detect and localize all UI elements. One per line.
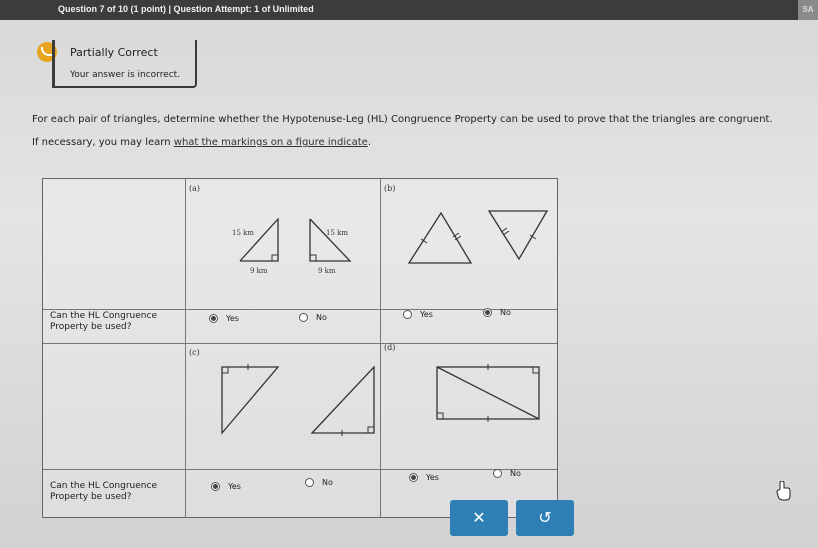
radio-b-no[interactable] — [483, 308, 492, 317]
figure-a: 15 km 9 km 15 km 9 km — [232, 217, 352, 275]
status-title: Partially Correct — [70, 46, 158, 59]
corner-badge[interactable]: SA — [798, 0, 818, 20]
close-icon: ✕ — [472, 508, 486, 527]
radio-d-no[interactable] — [493, 469, 502, 478]
part-d-no-option[interactable]: No — [493, 469, 521, 478]
undo-button[interactable]: ↺ — [516, 500, 574, 536]
undo-icon: ↺ — [538, 508, 552, 527]
radio-a-yes[interactable] — [209, 314, 218, 323]
part-d-label: (d) — [384, 343, 396, 352]
part-b-label: (b) — [384, 184, 396, 193]
radio-a-no[interactable] — [299, 313, 308, 322]
part-b-no-option[interactable]: No — [483, 308, 511, 317]
radio-b-yes[interactable] — [403, 310, 412, 319]
markings-help-link[interactable]: what the markings on a figure indicate — [174, 137, 368, 148]
instructions-line1: For each pair of triangles, determine wh… — [32, 114, 773, 125]
part-a-label: (a) — [189, 184, 201, 193]
figure-c — [221, 364, 375, 436]
leg1-label: 9 km — [250, 267, 268, 275]
part-d-yes-option[interactable]: Yes — [409, 473, 439, 482]
row-label-top: Can the HL Congruence Property be used? — [50, 311, 157, 332]
hyp2-label: 15 km — [326, 229, 348, 237]
hyp1-label: 15 km — [232, 229, 254, 237]
answer-grid: (a) (b) (c) (d) Can the HL Congruence Pr… — [42, 178, 558, 518]
radio-c-yes[interactable] — [211, 482, 220, 491]
pointer-cursor-icon — [776, 481, 791, 501]
part-b-yes-option[interactable]: Yes — [403, 310, 433, 319]
leg2-label: 9 km — [318, 267, 336, 275]
figure-b — [407, 210, 549, 264]
part-a-no-option[interactable]: No — [299, 313, 327, 322]
part-a-yes-option[interactable]: Yes — [209, 314, 239, 323]
part-c-no-option[interactable]: No — [305, 478, 333, 487]
clear-button[interactable]: ✕ — [450, 500, 508, 536]
question-title: Question 7 of 10 (1 point) | Question At… — [58, 4, 314, 14]
radio-c-no[interactable] — [305, 478, 314, 487]
question-header: Question 7 of 10 (1 point) | Question At… — [0, 0, 818, 20]
part-c-yes-option[interactable]: Yes — [211, 482, 241, 491]
row-label-bottom: Can the HL Congruence Property be used? — [50, 481, 157, 502]
instructions: For each pair of triangles, determine wh… — [32, 108, 773, 154]
figure-d — [436, 364, 540, 422]
part-c-label: (c) — [189, 348, 200, 357]
instructions-line2: If necessary, you may learn what the mar… — [32, 137, 372, 148]
status-message: Your answer is incorrect. — [70, 70, 181, 80]
radio-d-yes[interactable] — [409, 473, 418, 482]
